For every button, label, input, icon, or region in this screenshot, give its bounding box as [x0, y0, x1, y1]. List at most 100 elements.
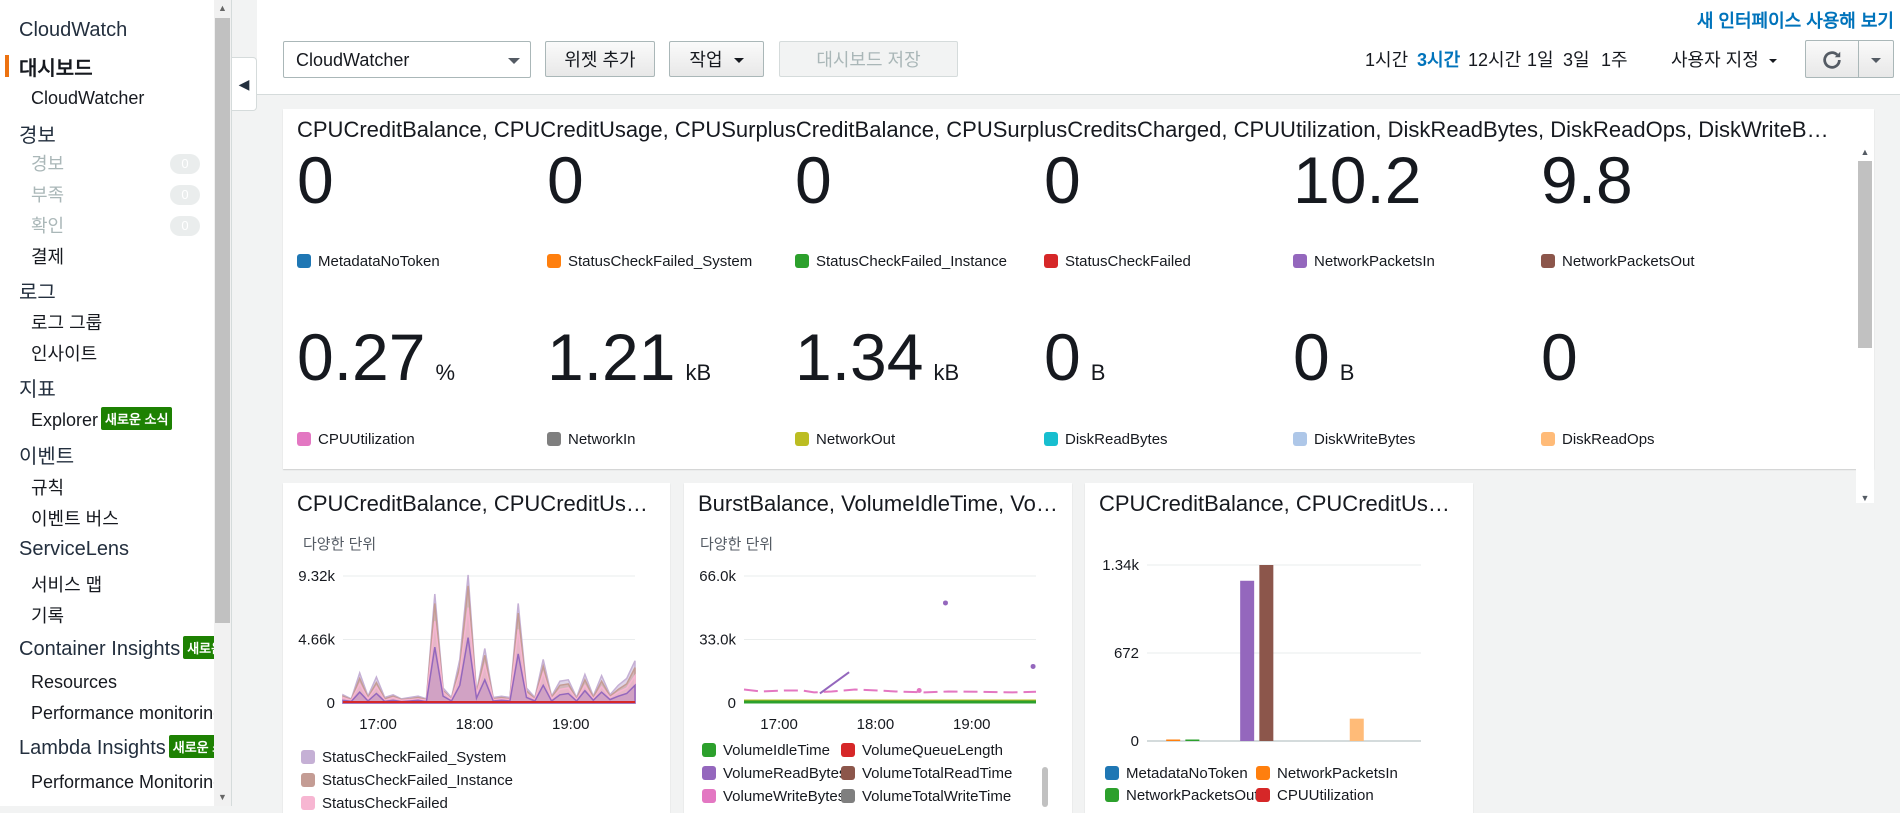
legend-item[interactable]: MetadataNoToken [1105, 765, 1248, 782]
new-interface-link[interactable]: 새 인터페이스 사용해 보기 [1697, 7, 1894, 33]
widget-scrollbar[interactable]: ▲ ▼ [1856, 147, 1874, 503]
x-tick-label: 19:00 [953, 716, 991, 733]
dashboard-select-value: CloudWatcher [296, 50, 410, 70]
legend-label: VolumeWriteBytes [723, 788, 846, 805]
data-point[interactable] [942, 600, 948, 606]
legend-item[interactable]: NetworkPacketsIn [1256, 765, 1398, 782]
actions-button[interactable]: 작업 [669, 41, 764, 77]
metric-legend[interactable]: NetworkPacketsIn [1293, 253, 1435, 270]
sidebar-item-10[interactable]: 인사이트 [31, 340, 214, 366]
chart-widget-bar[interactable]: CPUCreditBalance, CPUCreditUsage, CPUSur… [1085, 483, 1473, 813]
metric-legend[interactable]: StatusCheckFailed [1044, 253, 1191, 270]
scroll-up-icon[interactable]: ▲ [1856, 147, 1874, 157]
data-point[interactable] [916, 687, 922, 693]
line-chart[interactable]: 66.0k 33.0k 0 17:00 18:00 19:00 [684, 543, 1072, 803]
time-range-option[interactable]: 1일 [1527, 46, 1554, 72]
metric-legend[interactable]: StatusCheckFailed_Instance [795, 253, 1007, 270]
x-tick-label: 18:00 [456, 716, 494, 733]
metric-legend[interactable]: MetadataNoToken [297, 253, 440, 270]
refresh-options-button[interactable] [1858, 40, 1894, 78]
save-dashboard-button[interactable]: 대시보드 저장 [779, 41, 958, 77]
sidebar-item-label: 이벤트 버스 [31, 509, 119, 529]
metric-legend[interactable]: CPUUtilization [297, 431, 415, 448]
chart-widget-volume-line[interactable]: BurstBalance, VolumeIdleTime, VolumeQueu… [684, 483, 1072, 813]
sidebar-item-11[interactable]: 지표 [19, 373, 214, 402]
sidebar-item-19[interactable]: Container Insights 새로운 [19, 636, 228, 661]
single-value-widget[interactable]: CPUCreditBalance, CPUCreditUsage, CPUSur… [283, 109, 1874, 503]
metric-legend[interactable]: NetworkIn [547, 431, 636, 448]
scroll-down-icon[interactable]: ▼ [1856, 493, 1874, 503]
widget-title[interactable]: CPUCreditBalance, CPUCreditUsage, CPUSur… [297, 491, 656, 517]
sidebar-scroll-thumb[interactable] [215, 18, 230, 623]
legend-item[interactable]: NetworkPacketsOut [1105, 787, 1259, 804]
sidebar-scrollbar[interactable]: ▲ ▼ [214, 0, 231, 806]
sidebar: CloudWatch 대시보드 CloudWatcher 경보 경보 0 부족 0 확인 0 결제 로… [0, 0, 232, 806]
metric-legend[interactable]: NetworkOut [795, 431, 895, 448]
bar-2[interactable] [1240, 580, 1255, 741]
sidebar-item-0[interactable]: CloudWatch [19, 19, 214, 42]
sidebar-item-2[interactable]: CloudWatcher [31, 88, 214, 109]
sidebar-item-12[interactable]: Explorer 새로운 소식 [31, 407, 214, 431]
sidebar-item-8[interactable]: 로그 [19, 276, 214, 305]
add-widget-button[interactable]: 위젯 추가 [545, 41, 655, 77]
sidebar-item-1[interactable]: 대시보드 [19, 52, 214, 81]
sidebar-item-13[interactable]: 이벤트 [19, 440, 214, 469]
bar-3[interactable] [1259, 565, 1274, 741]
legend-item[interactable]: VolumeWriteBytes [702, 788, 845, 805]
legend-item[interactable]: VolumeQueueLength [841, 742, 1003, 759]
legend-scroll-thumb[interactable] [1042, 767, 1048, 807]
legend-item[interactable]: CPUUtilization [1256, 787, 1374, 804]
metric-value: 0 [1044, 147, 1081, 213]
custom-range-button[interactable]: 사용자 지정 [1671, 46, 1777, 72]
sidebar-item-14[interactable]: 규칙 [31, 474, 214, 500]
time-range-option[interactable]: 1주 [1601, 46, 1628, 72]
data-point[interactable] [1030, 663, 1036, 669]
legend-swatch [702, 789, 716, 803]
widget-title[interactable]: BurstBalance, VolumeIdleTime, VolumeQueu… [698, 491, 1058, 517]
sidebar-item-20[interactable]: Resources [31, 672, 214, 693]
sidebar-item-15[interactable]: 이벤트 버스 [31, 505, 214, 531]
series-line-writebytes[interactable] [743, 688, 1037, 694]
scroll-up-icon[interactable]: ▲ [214, 0, 231, 17]
dashboard-select[interactable]: CloudWatcher [283, 41, 531, 78]
bar-1[interactable] [1185, 739, 1200, 742]
legend-item[interactable]: VolumeReadBytes [702, 765, 846, 782]
legend-swatch [1541, 254, 1555, 268]
metric-legend[interactable]: DiskReadBytes [1044, 431, 1168, 448]
metric-legend[interactable]: DiskReadOps [1541, 431, 1655, 448]
bar-4[interactable] [1349, 718, 1364, 741]
time-range-option[interactable]: 3시간 [1417, 46, 1460, 72]
sidebar-item-7[interactable]: 결제 [31, 243, 214, 269]
sidebar-item-9[interactable]: 로그 그룹 [31, 309, 214, 335]
scroll-down-icon[interactable]: ▼ [214, 789, 231, 806]
widget-title[interactable]: CPUCreditBalance, CPUCreditUsage, CPUSur… [297, 117, 1838, 143]
time-range-option[interactable]: 12시간 [1468, 46, 1521, 72]
legend-item[interactable]: StatusCheckFailed_System [301, 749, 506, 766]
legend-item[interactable]: StatusCheckFailed [301, 795, 448, 812]
chart-widget-credit-area[interactable]: CPUCreditBalance, CPUCreditUsage, CPUSur… [283, 483, 670, 813]
sidebar-item-17[interactable]: 서비스 맵 [31, 571, 214, 597]
legend-item[interactable]: VolumeIdleTime [702, 742, 830, 759]
metric-legend[interactable]: NetworkPacketsOut [1541, 253, 1695, 270]
legend-item[interactable]: VolumeTotalWriteTime [841, 788, 1011, 805]
time-range-option[interactable]: 3일 [1563, 46, 1590, 72]
legend-item[interactable]: StatusCheckFailed_Instance [301, 772, 513, 789]
sidebar-item-22[interactable]: Lambda Insights 새로운 소 [19, 735, 229, 760]
refresh-button[interactable] [1805, 40, 1859, 78]
sidebar-item-16[interactable]: ServiceLens [19, 538, 214, 561]
collapse-sidebar-button[interactable]: ◀ [232, 57, 257, 111]
legend-swatch [301, 750, 315, 764]
widget-title[interactable]: CPUCreditBalance, CPUCreditUsage, CPUSur… [1099, 491, 1459, 517]
legend-item[interactable]: VolumeTotalReadTime [841, 765, 1012, 782]
metric-legend[interactable]: DiskWriteBytes [1293, 431, 1415, 448]
widget-scroll-thumb[interactable] [1858, 161, 1872, 348]
bar-chart[interactable]: 1.34k 672 0 [1085, 535, 1473, 795]
bar-0[interactable] [1166, 739, 1181, 742]
metric-legend[interactable]: StatusCheckFailed_System [547, 253, 752, 270]
sidebar-item-18[interactable]: 기록 [31, 602, 214, 628]
sidebar-item-21[interactable]: Performance monitoring [31, 703, 223, 724]
sidebar-item-3[interactable]: 경보 [19, 119, 214, 148]
time-range-option[interactable]: 1시간 [1365, 46, 1408, 72]
metric-number: 0 [1044, 320, 1081, 394]
sidebar-item-23[interactable]: Performance Monitoring [31, 772, 223, 793]
